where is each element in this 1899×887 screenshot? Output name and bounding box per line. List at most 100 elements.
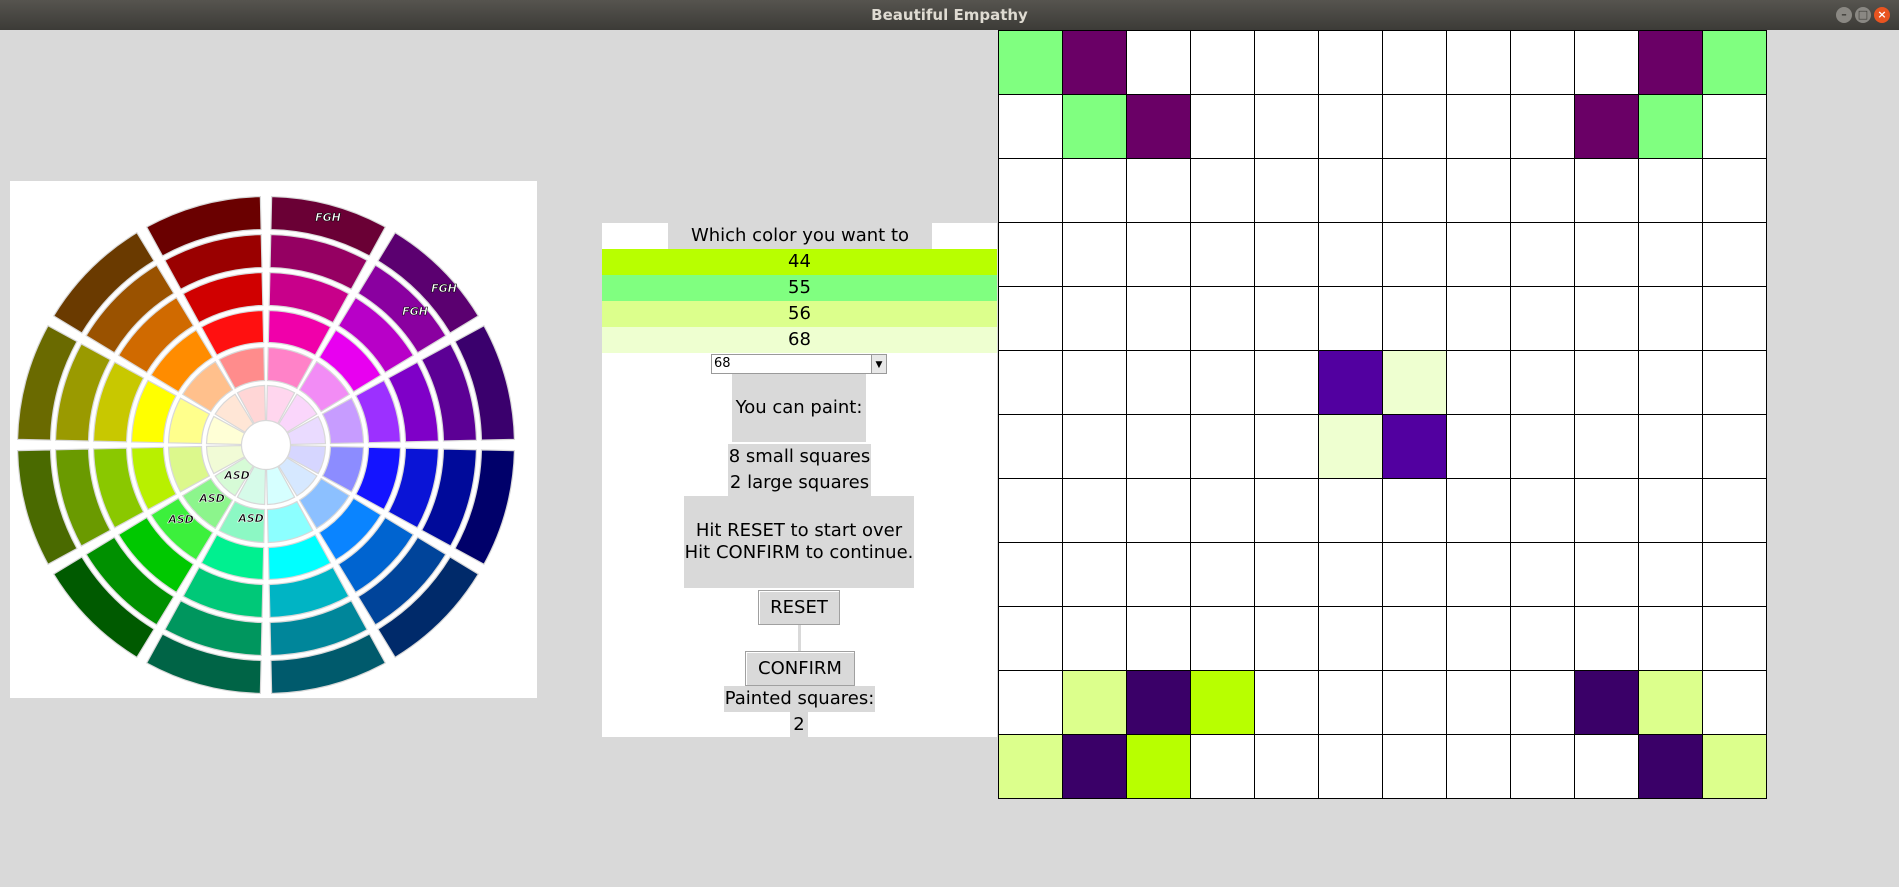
grid-cell[interactable] [1575,415,1639,479]
grid-cell[interactable] [1639,415,1703,479]
grid-cell[interactable] [1319,415,1383,479]
grid-cell[interactable] [1703,479,1767,543]
grid-cell[interactable] [1703,415,1767,479]
grid-cell[interactable] [1255,671,1319,735]
close-icon[interactable]: × [1874,7,1890,23]
grid-cell[interactable] [1127,671,1191,735]
grid-cell[interactable] [1191,671,1255,735]
grid-cell[interactable] [1191,479,1255,543]
grid-cell[interactable] [1703,735,1767,799]
grid-cell[interactable] [1447,351,1511,415]
grid-cell[interactable] [1191,223,1255,287]
grid-cell[interactable] [1319,543,1383,607]
grid-cell[interactable] [1255,287,1319,351]
color-option-55[interactable]: 55 [602,275,997,301]
grid-cell[interactable] [1639,351,1703,415]
grid-cell[interactable] [1575,351,1639,415]
grid-cell[interactable] [1511,95,1575,159]
grid-cell[interactable] [1255,543,1319,607]
grid-cell[interactable] [999,415,1063,479]
grid-cell[interactable] [1703,671,1767,735]
grid-cell[interactable] [1191,735,1255,799]
grid-cell[interactable] [1063,479,1127,543]
grid-cell[interactable] [999,223,1063,287]
grid-cell[interactable] [1383,159,1447,223]
grid-cell[interactable] [1255,479,1319,543]
maximize-icon[interactable]: □ [1855,7,1871,23]
grid-cell[interactable] [1127,223,1191,287]
grid-cell[interactable] [1447,543,1511,607]
grid-cell[interactable] [1255,31,1319,95]
grid-cell[interactable] [1383,31,1447,95]
grid-cell[interactable] [1319,735,1383,799]
grid-cell[interactable] [999,159,1063,223]
grid-cell[interactable] [1383,287,1447,351]
grid-cell[interactable] [1703,95,1767,159]
grid-cell[interactable] [1255,415,1319,479]
grid-cell[interactable] [1575,223,1639,287]
grid-cell[interactable] [1575,735,1639,799]
grid-cell[interactable] [1575,479,1639,543]
grid-cell[interactable] [1639,543,1703,607]
grid-cell[interactable] [1063,543,1127,607]
grid-cell[interactable] [1319,351,1383,415]
grid-cell[interactable] [1447,31,1511,95]
grid-cell[interactable] [1639,671,1703,735]
grid-cell[interactable] [1447,159,1511,223]
grid-cell[interactable] [1703,351,1767,415]
grid-cell[interactable] [1575,543,1639,607]
grid-cell[interactable] [1639,287,1703,351]
grid-cell[interactable] [1575,607,1639,671]
grid-cell[interactable] [1703,159,1767,223]
grid-cell[interactable] [999,479,1063,543]
grid-cell[interactable] [1191,95,1255,159]
grid-cell[interactable] [1127,415,1191,479]
grid-cell[interactable] [1319,671,1383,735]
grid-cell[interactable] [1063,415,1127,479]
grid-cell[interactable] [1639,31,1703,95]
grid-cell[interactable] [1383,671,1447,735]
grid-cell[interactable] [1319,95,1383,159]
grid-cell[interactable] [1511,607,1575,671]
grid-cell[interactable] [999,95,1063,159]
grid-cell[interactable] [1383,95,1447,159]
grid-cell[interactable] [1447,671,1511,735]
grid-cell[interactable] [1639,607,1703,671]
grid-cell[interactable] [1639,159,1703,223]
grid-cell[interactable] [1063,351,1127,415]
color-option-56[interactable]: 56 [602,301,997,327]
color-wheel[interactable]: FGHFGHFGHASDASDASD ASD [10,181,537,698]
paint-grid[interactable] [998,30,1767,799]
color-option-68[interactable]: 68 [602,327,997,353]
grid-cell[interactable] [1511,287,1575,351]
grid-cell[interactable] [999,31,1063,95]
grid-cell[interactable] [1575,31,1639,95]
grid-cell[interactable] [1703,223,1767,287]
grid-cell[interactable] [1255,159,1319,223]
grid-cell[interactable] [1127,607,1191,671]
grid-cell[interactable] [1511,671,1575,735]
grid-cell[interactable] [1511,735,1575,799]
grid-cell[interactable] [1063,95,1127,159]
grid-cell[interactable] [1127,287,1191,351]
grid-cell[interactable] [1447,479,1511,543]
grid-cell[interactable] [1127,479,1191,543]
grid-cell[interactable] [999,735,1063,799]
grid-cell[interactable] [1703,543,1767,607]
grid-cell[interactable] [1511,351,1575,415]
grid-cell[interactable] [1383,223,1447,287]
grid-cell[interactable] [1255,95,1319,159]
grid-cell[interactable] [1319,479,1383,543]
grid-cell[interactable] [999,287,1063,351]
grid-cell[interactable] [1447,287,1511,351]
grid-cell[interactable] [1511,479,1575,543]
grid-cell[interactable] [999,351,1063,415]
grid-cell[interactable] [1063,671,1127,735]
grid-cell[interactable] [999,607,1063,671]
grid-cell[interactable] [1191,607,1255,671]
grid-cell[interactable] [1319,223,1383,287]
reset-button[interactable]: RESET [758,590,840,625]
grid-cell[interactable] [1255,735,1319,799]
grid-cell[interactable] [1575,287,1639,351]
grid-cell[interactable] [1127,735,1191,799]
